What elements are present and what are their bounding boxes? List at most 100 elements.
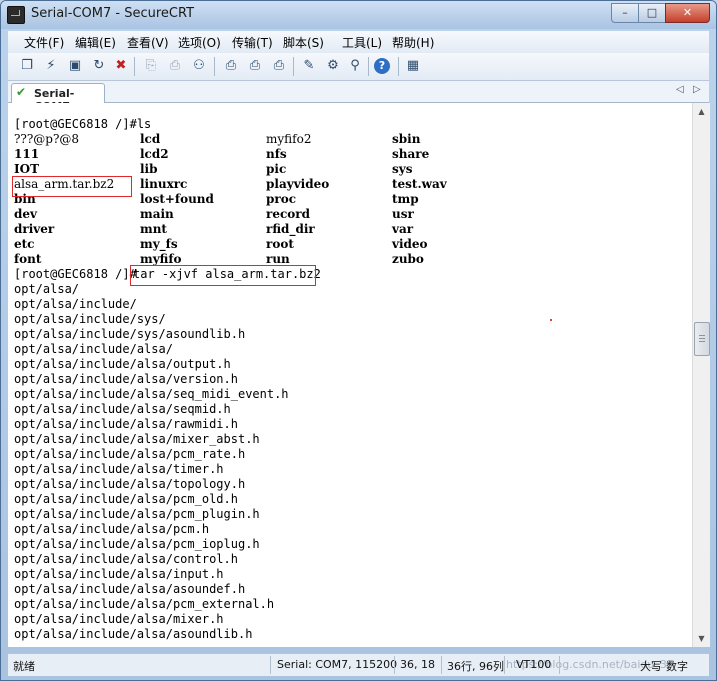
window-controls: – □ ✕ [611, 3, 710, 23]
menu-transfer[interactable]: 传输(T) [232, 34, 273, 51]
ls-entry: IOT [14, 162, 39, 176]
help-icon[interactable]: ? [374, 58, 390, 74]
tar-output-line: opt/alsa/include/alsa/control.h [14, 552, 238, 566]
maximize-button[interactable]: □ [638, 3, 665, 23]
tar-output-line: opt/alsa/include/alsa/pcm.h [14, 522, 210, 536]
toolbar-separator [214, 57, 215, 76]
tar-output-line: opt/alsa/include/alsa/mixer.h [14, 612, 224, 626]
print-screen-icon[interactable]: ⎙ [270, 57, 288, 75]
quick-connect-icon[interactable]: ⚡ [42, 57, 60, 75]
terminal-prompt-ls: [root@GEC6818 /]#ls [14, 117, 152, 131]
tar-output-line: opt/alsa/include/alsa/timer.h [14, 462, 224, 476]
status-divider [270, 656, 271, 674]
ls-entry: pic [266, 162, 287, 176]
menu-options[interactable]: 选项(O) [178, 34, 221, 51]
global-options-icon[interactable]: ⚙ [324, 57, 342, 75]
tab-serial-com7[interactable]: ✔ Serial-COM7 [11, 83, 105, 113]
ls-entry: usr [392, 207, 414, 221]
ls-entry: my_fs [140, 237, 178, 251]
ls-entry: sbin [392, 132, 421, 146]
status-divider [559, 656, 560, 674]
status-connection: Serial: COM7, 115200 [277, 658, 398, 671]
tar-output-line: opt/alsa/include/alsa/input.h [14, 567, 224, 581]
scrollbar-thumb[interactable] [694, 322, 710, 356]
menu-bar: 文件(F) 编辑(E) 查看(V) 选项(O) 传输(T) 脚本(S) 工具(L… [8, 31, 709, 54]
tar-output-line: opt/alsa/include/alsa/seqmid.h [14, 402, 231, 416]
tar-output-line: opt/alsa/include/alsa/pcm_old.h [14, 492, 238, 506]
menu-view[interactable]: 查看(V) [127, 34, 169, 51]
ls-entry: lib [140, 162, 158, 176]
ls-entry: lost+found [140, 192, 214, 206]
tar-output-line: opt/alsa/include/alsa/pcm_plugin.h [14, 507, 260, 521]
tar-output-line: opt/alsa/include/sys/ [14, 312, 166, 326]
tar-output-line: opt/alsa/include/alsa/asoundlib.h [14, 627, 253, 641]
scroll-up-arrow-icon[interactable]: ▲ [693, 103, 710, 120]
status-caps: 大写 [640, 660, 662, 673]
print-setup-icon[interactable]: ⎙ [222, 57, 240, 75]
keymap-icon[interactable]: ⚲ [346, 57, 364, 75]
tar-output-line: opt/alsa/include/alsa/pcm_external.h [14, 597, 275, 611]
menu-tools[interactable]: 工具(L) [342, 34, 382, 51]
terminal-prompt-tar: [root@GEC6818 /]# [14, 267, 137, 281]
tab-scroll-left-icon[interactable]: ◁ [676, 84, 684, 95]
ls-entry: 111 [14, 147, 40, 161]
toolbar-separator [398, 57, 399, 76]
ls-entry: share [392, 147, 430, 161]
toolbar-separator [293, 57, 294, 76]
tar-output-line: opt/alsa/include/alsa/mixer_abst.h [14, 432, 260, 446]
reconnect-icon[interactable]: ↻ [90, 57, 108, 75]
status-cursor-position: 36, 18 [400, 658, 435, 671]
ls-entry: var [392, 222, 414, 236]
tar-output-line: opt/alsa/include/sys/asoundlib.h [14, 327, 246, 341]
ls-entry: myfifo2 [266, 132, 312, 146]
ls-entry: linuxrc [140, 177, 188, 191]
ls-entry: lcd2 [140, 147, 169, 161]
tar-output-line: opt/alsa/include/alsa/asoundef.h [14, 582, 246, 596]
title-bar[interactable]: Serial-COM7 - SecureCRT – □ ✕ [1, 1, 716, 29]
window-title: Serial-COM7 - SecureCRT [31, 6, 195, 21]
tar-output-line: opt/alsa/include/ [14, 297, 137, 311]
tar-output-line: opt/alsa/include/alsa/pcm_ioplug.h [14, 537, 260, 551]
menu-help[interactable]: 帮助(H) [392, 34, 434, 51]
ls-entry: main [140, 207, 174, 221]
minimize-button[interactable]: – [611, 3, 638, 23]
copy-icon[interactable]: ⎘ [142, 57, 160, 75]
toolbar-separator [134, 57, 135, 76]
menu-edit[interactable]: 编辑(E) [75, 34, 116, 51]
terminal-area[interactable]: [root@GEC6818 /]#ls ???@p?@8 111 IOT alsa_a… [8, 103, 692, 647]
disconnect-icon[interactable]: ✖ [112, 57, 130, 75]
tar-output-line: opt/alsa/include/alsa/topology.h [14, 477, 246, 491]
scroll-down-arrow-icon[interactable]: ▼ [693, 630, 710, 647]
paste-icon[interactable]: ⎙ [166, 57, 184, 75]
print-icon[interactable]: ⎙ [246, 57, 264, 75]
stray-red-dot [550, 319, 552, 321]
ls-entry: video [392, 237, 428, 251]
terminal-scrollbar[interactable]: ▲ ▼ [692, 103, 710, 647]
menu-file[interactable]: 文件(F) [24, 34, 64, 51]
sftp-icon[interactable]: ▦ [404, 57, 422, 75]
connect-tab-icon[interactable]: ▣ [66, 57, 84, 75]
ls-entry: ???@p?@8 [14, 132, 80, 146]
tar-output-line: opt/alsa/include/alsa/output.h [14, 357, 231, 371]
ls-entry: root [266, 237, 294, 251]
close-button[interactable]: ✕ [665, 3, 710, 23]
securecrt-window: Serial-COM7 - SecureCRT – □ ✕ 文件(F) 编辑(E… [0, 0, 717, 681]
status-terminal-type: VT100 [516, 658, 552, 671]
status-num: 数字 [666, 660, 688, 673]
tar-output-line: opt/alsa/include/alsa/seq_midi_event.h [14, 387, 289, 401]
find-icon[interactable]: ⚇ [190, 57, 208, 75]
tab-scroll-right-icon[interactable]: ▷ [693, 84, 701, 95]
ls-entry: test.wav [392, 177, 447, 191]
status-bar: 就绪 Serial: COM7, 115200 36, 18 36行, 96列 … [8, 653, 709, 676]
session-options-icon[interactable]: ✎ [300, 57, 318, 75]
highlight-box-archive [12, 176, 132, 197]
ls-entry: playvideo [266, 177, 330, 191]
highlight-box-command [130, 265, 316, 286]
connect-icon[interactable]: ❐ [18, 57, 36, 75]
tar-output-line: opt/alsa/include/alsa/ [14, 342, 173, 356]
terminal-app-icon [7, 6, 25, 24]
tar-output-line: opt/alsa/include/alsa/pcm_rate.h [14, 447, 246, 461]
status-divider [441, 656, 442, 674]
ls-entry: font [14, 252, 42, 266]
menu-script[interactable]: 脚本(S) [283, 34, 324, 51]
